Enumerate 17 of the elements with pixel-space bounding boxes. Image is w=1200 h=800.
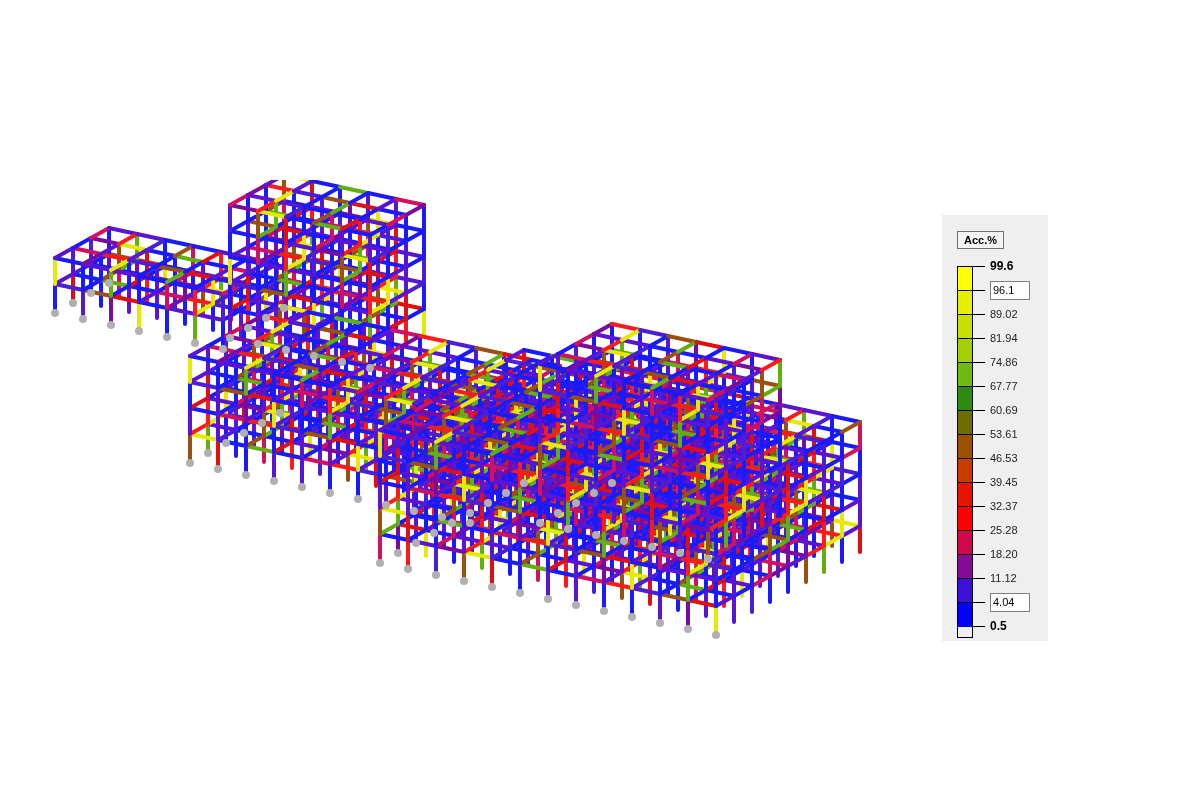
legend-value: 89.02 xyxy=(990,306,1018,322)
legend-value: 39.45 xyxy=(990,474,1018,490)
legend-value: 60.69 xyxy=(990,402,1018,418)
legend-value: 46.53 xyxy=(990,450,1018,466)
threshold-input[interactable]: 4.04 xyxy=(990,592,1030,612)
legend-value: 53.61 xyxy=(990,426,1018,442)
legend-title[interactable]: Acc.% xyxy=(957,231,1005,249)
legend-value: 0.5 xyxy=(990,618,1007,635)
legend-value: 74.86 xyxy=(990,354,1018,370)
legend-value: 18.20 xyxy=(990,546,1018,562)
legend-value: 32.37 xyxy=(990,498,1018,514)
legend-value: 25.28 xyxy=(990,522,1018,538)
legend-value: 99.6 xyxy=(990,258,1014,275)
threshold-input[interactable]: 96.1 xyxy=(990,280,1030,300)
legend-value: 67.77 xyxy=(990,378,1018,394)
legend-value: 81.94 xyxy=(990,330,1018,346)
legend-value: 11.12 xyxy=(990,570,1017,586)
